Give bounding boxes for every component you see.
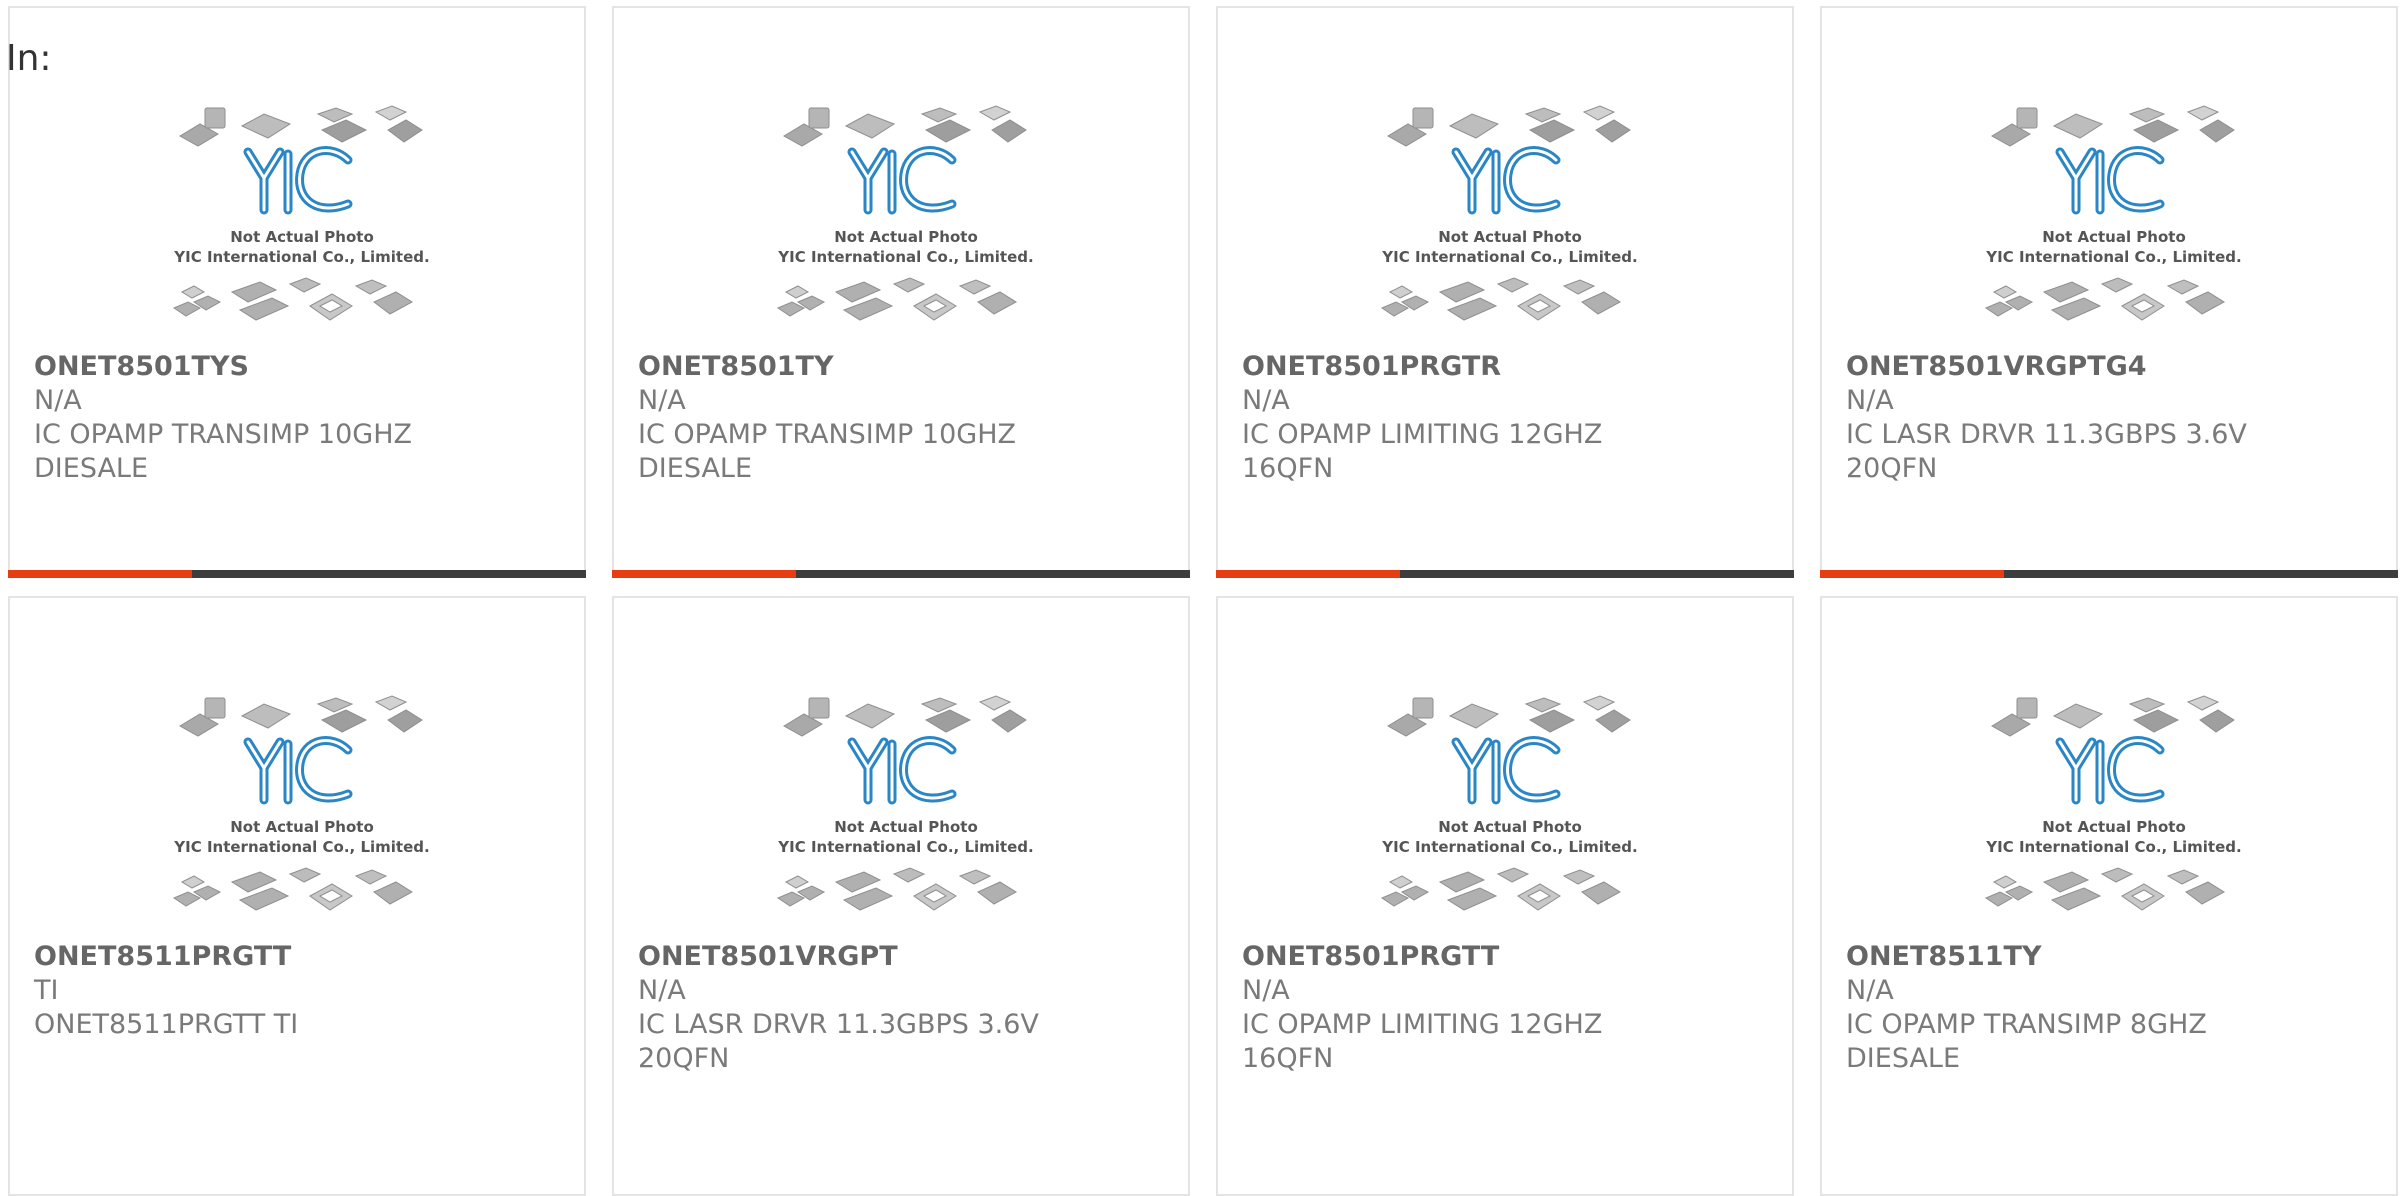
description-line-2: 20QFN [638, 1043, 730, 1074]
company-text: YIC International Co., Limited. [777, 838, 1033, 856]
product-card[interactable]: Not Actual Photo YIC International Co., … [1820, 6, 2398, 578]
company-text: YIC International Co., Limited. [1985, 248, 2241, 266]
product-card[interactable]: Not Actual Photo YIC International Co., … [8, 6, 586, 578]
not-actual-photo-text: Not Actual Photo [2042, 818, 2186, 836]
description-line-1: IC OPAMP LIMITING 12GHZ [1242, 419, 1603, 450]
company-text: YIC International Co., Limited. [1381, 838, 1637, 856]
product-card[interactable]: Not Actual Photo YIC International Co., … [8, 596, 586, 1196]
manufacturer: N/A [1846, 975, 1894, 1006]
not-actual-photo-text: Not Actual Photo [834, 228, 978, 246]
description-line-2: DIESALE [638, 453, 753, 484]
manufacturer: N/A [1846, 385, 1894, 416]
description-line-1: IC OPAMP TRANSIMP 10GHZ [638, 419, 1016, 450]
not-actual-photo-text: Not Actual Photo [1438, 818, 1582, 836]
company-text: YIC International Co., Limited. [777, 248, 1033, 266]
product-info: ONET8501VRGPT N/A IC LASR DRVR 11.3GBPS … [638, 940, 1168, 1076]
description-line-2: DIESALE [1846, 1043, 1961, 1074]
card-bottom-bar [1216, 570, 1794, 578]
product-photo-placeholder: Not Actual Photo YIC International Co., … [160, 96, 440, 346]
card-accent [612, 570, 796, 578]
manufacturer: N/A [1242, 975, 1290, 1006]
product-photo-placeholder: Not Actual Photo YIC International Co., … [764, 96, 1044, 346]
card-bottom-bar [8, 570, 586, 578]
product-photo-placeholder: Not Actual Photo YIC International Co., … [1972, 686, 2252, 936]
product-photo-placeholder: Not Actual Photo YIC International Co., … [1972, 96, 2252, 346]
not-actual-photo-text: Not Actual Photo [1438, 228, 1582, 246]
card-accent [1820, 570, 2004, 578]
product-photo-placeholder: Not Actual Photo YIC International Co., … [764, 686, 1044, 936]
company-text: YIC International Co., Limited. [1985, 838, 2241, 856]
in-label: In: [6, 38, 52, 79]
product-card[interactable]: Not Actual Photo YIC International Co., … [612, 6, 1190, 578]
manufacturer: N/A [638, 975, 686, 1006]
description-line-2: 16QFN [1242, 1043, 1334, 1074]
product-photo-placeholder: Not Actual Photo YIC International Co., … [1368, 686, 1648, 936]
part-number[interactable]: ONET8511TY [1846, 940, 2376, 974]
card-accent [8, 570, 192, 578]
manufacturer: N/A [34, 385, 82, 416]
description-line-1: IC OPAMP TRANSIMP 10GHZ [34, 419, 412, 450]
part-number[interactable]: ONET8501TYS [34, 350, 564, 384]
product-info: ONET8511PRGTT TI ONET8511PRGTT TI [34, 940, 564, 1042]
description-line-2: 16QFN [1242, 453, 1334, 484]
product-photo-placeholder: Not Actual Photo YIC International Co., … [160, 686, 440, 936]
description-line-1: ONET8511PRGTT TI [34, 1009, 299, 1040]
manufacturer: N/A [638, 385, 686, 416]
company-text: YIC International Co., Limited. [173, 248, 429, 266]
not-actual-photo-text: Not Actual Photo [230, 228, 374, 246]
manufacturer: N/A [1242, 385, 1290, 416]
part-number[interactable]: ONET8501TY [638, 350, 1168, 384]
product-card[interactable]: Not Actual Photo YIC International Co., … [1216, 596, 1794, 1196]
company-text: YIC International Co., Limited. [1381, 248, 1637, 266]
part-number[interactable]: ONET8501VRGPT [638, 940, 1168, 974]
part-number[interactable]: ONET8501PRGTR [1242, 350, 1772, 384]
card-bottom-bar [612, 570, 1190, 578]
description-line-2: DIESALE [34, 453, 149, 484]
product-card[interactable]: Not Actual Photo YIC International Co., … [1820, 596, 2398, 1196]
manufacturer: TI [34, 975, 59, 1006]
card-accent [1216, 570, 1400, 578]
part-number[interactable]: ONET8501PRGTT [1242, 940, 1772, 974]
card-bottom-bar [1820, 570, 2398, 578]
product-info: ONET8501TYS N/A IC OPAMP TRANSIMP 10GHZ … [34, 350, 564, 486]
product-info: ONET8501VRGPTG4 N/A IC LASR DRVR 11.3GBP… [1846, 350, 2376, 486]
not-actual-photo-text: Not Actual Photo [230, 818, 374, 836]
description-line-1: IC OPAMP LIMITING 12GHZ [1242, 1009, 1603, 1040]
product-info: ONET8501PRGTR N/A IC OPAMP LIMITING 12GH… [1242, 350, 1772, 486]
description-line-1: IC LASR DRVR 11.3GBPS 3.6V [638, 1009, 1039, 1040]
product-grid: In: Not Actual Photo YIC International C… [0, 0, 2400, 1196]
product-info: ONET8511TY N/A IC OPAMP TRANSIMP 8GHZ DI… [1846, 940, 2376, 1076]
product-card[interactable]: Not Actual Photo YIC International Co., … [1216, 6, 1794, 578]
product-info: ONET8501PRGTT N/A IC OPAMP LIMITING 12GH… [1242, 940, 1772, 1076]
description-line-2: 20QFN [1846, 453, 1938, 484]
product-card[interactable]: Not Actual Photo YIC International Co., … [612, 596, 1190, 1196]
part-number[interactable]: ONET8501VRGPTG4 [1846, 350, 2376, 384]
description-line-1: IC LASR DRVR 11.3GBPS 3.6V [1846, 419, 2247, 450]
product-info: ONET8501TY N/A IC OPAMP TRANSIMP 10GHZ D… [638, 350, 1168, 486]
not-actual-photo-text: Not Actual Photo [2042, 228, 2186, 246]
description-line-1: IC OPAMP TRANSIMP 8GHZ [1846, 1009, 2207, 1040]
company-text: YIC International Co., Limited. [173, 838, 429, 856]
part-number[interactable]: ONET8511PRGTT [34, 940, 564, 974]
product-photo-placeholder: Not Actual Photo YIC International Co., … [1368, 96, 1648, 346]
not-actual-photo-text: Not Actual Photo [834, 818, 978, 836]
